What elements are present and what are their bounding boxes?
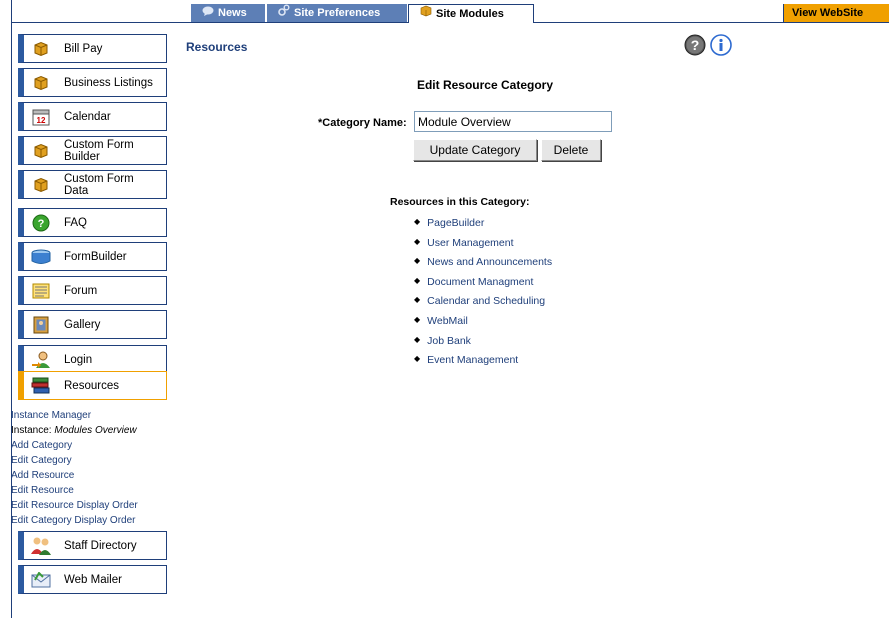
- sidebar-item-forum[interactable]: Forum: [18, 276, 167, 305]
- sidebar-item-custom-form-builder[interactable]: Custom Form Builder: [18, 136, 167, 165]
- staff-icon: [30, 536, 52, 556]
- instance-manager-link[interactable]: Instance Manager: [11, 408, 138, 423]
- package-icon: [30, 141, 52, 161]
- edit-resource-link[interactable]: Edit Resource: [11, 483, 138, 498]
- question-icon: ?: [30, 213, 52, 233]
- gears-icon: [277, 4, 291, 22]
- sidebar-item-web-mailer[interactable]: Web Mailer: [18, 565, 167, 594]
- form-title: Edit Resource Category: [416, 78, 554, 92]
- info-icon[interactable]: [710, 34, 732, 59]
- speech-bubble-icon: [201, 4, 215, 22]
- tab-news[interactable]: News: [191, 4, 265, 22]
- resource-link-news-and-announcements[interactable]: News and Announcements: [414, 253, 552, 273]
- edit-category-display-order-link[interactable]: Edit Category Display Order: [11, 513, 138, 528]
- sidebar-item-calendar[interactable]: 12 Calendar: [18, 102, 167, 131]
- resource-list: PageBuilder User Management News and Ann…: [414, 214, 552, 371]
- tab-site-modules[interactable]: Site Modules: [408, 4, 534, 23]
- sidebar-item-label: FAQ: [64, 216, 88, 229]
- sidebar-item-label: Business Listings: [64, 76, 153, 89]
- sidebar-item-bill-pay[interactable]: Bill Pay: [18, 34, 167, 63]
- instance-name: Modules Overview: [54, 425, 137, 436]
- mail-icon: [30, 570, 52, 590]
- sidebar-item-label: Login: [64, 353, 93, 366]
- sidebar-item-resources[interactable]: Resources: [18, 371, 167, 400]
- tab-news-label: News: [218, 7, 247, 19]
- edit-category-link[interactable]: Edit Category: [11, 453, 138, 468]
- breadcrumb[interactable]: Resources: [186, 40, 247, 54]
- resources-submenu: Instance Manager Instance: Modules Overv…: [11, 408, 138, 528]
- package-icon: [30, 175, 52, 195]
- resource-link-document-managment[interactable]: Document Managment: [414, 273, 552, 293]
- login-icon: [30, 350, 52, 370]
- sidebar-item-business-listings[interactable]: Business Listings: [18, 68, 167, 97]
- forum-icon: [30, 281, 52, 301]
- formbuilder-icon: [30, 247, 52, 267]
- sidebar-item-label: Web Mailer: [64, 573, 122, 586]
- sidebar-item-label: Forum: [64, 284, 98, 297]
- tab-site-preferences[interactable]: Site Preferences: [267, 4, 407, 22]
- view-website-label: View WebSite: [792, 7, 864, 19]
- view-website-button[interactable]: View WebSite: [783, 4, 889, 22]
- sidebar-item-faq[interactable]: ? FAQ: [18, 208, 167, 237]
- sidebar-item-label: Bill Pay: [64, 42, 103, 55]
- package-icon: [30, 73, 52, 93]
- sidebar-item-label: Resources: [64, 379, 119, 392]
- resources-heading: Resources in this Category:: [390, 196, 530, 208]
- svg-text:?: ?: [691, 37, 700, 53]
- books-icon: [30, 376, 52, 396]
- sidebar-item-custom-form-data[interactable]: Custom Form Data: [18, 170, 167, 199]
- help-icons: ?: [684, 34, 732, 59]
- sidebar-item-staff-directory[interactable]: Staff Directory: [18, 531, 167, 560]
- help-icon[interactable]: ?: [684, 34, 706, 59]
- sidebar-item-label: Custom Form Data: [64, 172, 134, 197]
- sidebar-item-label: FormBuilder: [64, 250, 127, 263]
- sidebar-item-label: Gallery: [64, 318, 101, 331]
- top-tab-bar: News Site Preferences Site Modules View …: [11, 0, 889, 23]
- category-name-label: *Category Name:: [318, 117, 407, 129]
- gallery-icon: [30, 315, 52, 335]
- edit-resource-display-order-link[interactable]: Edit Resource Display Order: [11, 498, 138, 513]
- sidebar-item-label: Calendar: [64, 110, 111, 123]
- calendar-icon: 12: [30, 107, 52, 127]
- svg-text:12: 12: [37, 116, 46, 125]
- current-instance: Instance: Modules Overview: [11, 423, 138, 438]
- resource-link-pagebuilder[interactable]: PageBuilder: [414, 214, 552, 234]
- sidebar-item-login[interactable]: Login: [18, 345, 167, 374]
- add-category-link[interactable]: Add Category: [11, 438, 138, 453]
- resource-link-calendar-and-scheduling[interactable]: Calendar and Scheduling: [414, 292, 552, 312]
- delete-button[interactable]: Delete: [541, 139, 601, 161]
- sidebar-item-formbuilder[interactable]: FormBuilder: [18, 242, 167, 271]
- add-resource-link[interactable]: Add Resource: [11, 468, 138, 483]
- resource-link-event-management[interactable]: Event Management: [414, 351, 552, 371]
- package-icon: [30, 39, 52, 59]
- sidebar-item-gallery[interactable]: Gallery: [18, 310, 167, 339]
- svg-text:?: ?: [38, 218, 45, 230]
- tab-site-preferences-label: Site Preferences: [294, 7, 381, 19]
- tab-site-modules-label: Site Modules: [436, 8, 504, 20]
- package-icon: [419, 5, 433, 23]
- sidebar-item-label: Custom Form Builder: [64, 138, 134, 163]
- resource-link-job-bank[interactable]: Job Bank: [414, 332, 552, 352]
- sidebar-item-label: Staff Directory: [64, 539, 137, 552]
- category-name-input[interactable]: [414, 111, 612, 132]
- resource-link-user-management[interactable]: User Management: [414, 234, 552, 254]
- update-category-button[interactable]: Update Category: [413, 139, 537, 161]
- instance-prefix: Instance:: [11, 425, 52, 436]
- resource-link-webmail[interactable]: WebMail: [414, 312, 552, 332]
